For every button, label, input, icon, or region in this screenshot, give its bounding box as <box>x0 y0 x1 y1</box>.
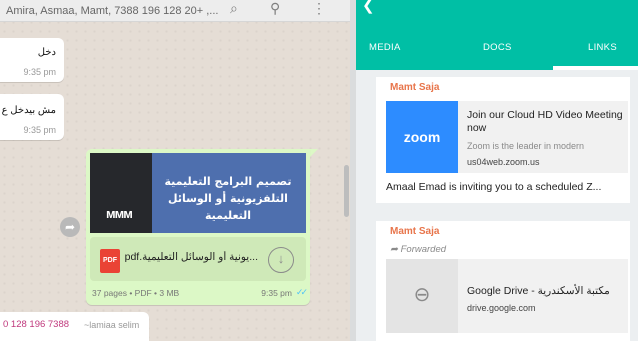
forwarded-text: Forwarded <box>400 244 447 255</box>
message-text: مش بيدخل ع <box>1 105 56 116</box>
forward-icon[interactable]: ➦ <box>60 217 80 237</box>
chat-header[interactable]: Amira, Asmaa, Mamt, 7388 196 128 20+ ,..… <box>0 0 350 22</box>
pdf-icon: PDF <box>100 249 120 273</box>
chat-message[interactable]: دخل 9:35 pm <box>0 38 64 82</box>
message-time: 9:35 pm <box>23 125 56 135</box>
link-title: Join our Cloud HD Video Meeting now <box>467 109 623 134</box>
link-preview[interactable]: zoom Join our Cloud HD Video Meeting now… <box>386 101 628 173</box>
panel-divider[interactable] <box>350 0 356 341</box>
tab-media[interactable]: MEDIA <box>369 42 401 53</box>
document-message[interactable]: ᴍᴍᴍ تصميم البرامج التعليمية التلفزيونية … <box>86 149 310 305</box>
document-file-name: ...يونية أو الوسائل التعليمية.pdf <box>124 251 258 263</box>
thumbnail-title: تصميم البرامج التعليمية التلفزيونية أو ا… <box>164 175 292 222</box>
download-button[interactable]: ↓ <box>268 247 294 273</box>
bubble-tail <box>310 149 318 157</box>
link-icon: ⊖ <box>386 259 458 333</box>
link-title: Google Drive - مكتبة الأسكندرية <box>467 285 610 297</box>
message-text: دخل <box>37 47 56 58</box>
back-arrow-icon[interactable]: ❮ <box>362 0 375 14</box>
link-card[interactable]: Mamt Saja ➦ Forwarded ⊖ Google Drive - م… <box>376 221 630 341</box>
tab-links[interactable]: LINKS <box>588 42 617 53</box>
message-time: 9:35 pm <box>261 288 292 298</box>
link-domain: us04web.zoom.us <box>467 157 540 167</box>
document-meta: 37 pages • PDF • 3 MB <box>92 288 180 298</box>
link-sender: Mamt Saja <box>390 226 440 237</box>
search-icon[interactable]: ⌕ <box>230 1 238 15</box>
chat-message[interactable]: 0 128 196 7388 ~lamiaa selim <box>0 312 149 341</box>
media-links-panel: ❮ MEDIA DOCS LINKS Mamt Saja zoom Join o… <box>350 0 638 341</box>
forwarded-icon: ➦ <box>390 244 401 255</box>
zoom-logo: zoom <box>386 101 458 173</box>
sender-name: ~lamiaa selim <box>84 320 140 330</box>
link-sender: Mamt Saja <box>390 82 440 93</box>
chat-scrollbar[interactable] <box>344 165 349 217</box>
link-preview[interactable]: ⊖ Google Drive - مكتبة الأسكندرية drive.… <box>386 259 628 333</box>
group-participants: Amira, Asmaa, Mamt, 7388 196 128 20+ ,..… <box>6 4 219 17</box>
chat-message[interactable]: مش بيدخل ع 9:35 pm <box>0 94 64 140</box>
link-card[interactable]: Mamt Saja zoom Join our Cloud HD Video M… <box>376 77 630 203</box>
paperclip-icon[interactable]: ⚲ <box>270 1 280 15</box>
link-domain: drive.google.com <box>467 303 536 313</box>
read-receipt-icon: ✓✓ <box>295 287 308 297</box>
document-file-row[interactable]: PDF ...يونية أو الوسائل التعليمية.pdf ↓ <box>90 237 306 281</box>
document-thumbnail[interactable]: ᴍᴍᴍ تصميم البرامج التعليمية التلفزيونية … <box>90 153 306 233</box>
link-caption: Amaal Emad is inviting you to a schedule… <box>386 181 602 193</box>
thumbnail-dark-block <box>90 153 152 233</box>
panel-header: ❮ MEDIA DOCS LINKS <box>350 0 638 70</box>
tab-docs[interactable]: DOCS <box>483 42 512 53</box>
message-time: 9:35 pm <box>23 67 56 77</box>
sender-phone[interactable]: 0 128 196 7388 <box>3 319 69 330</box>
chat-pane: Amira, Asmaa, Mamt, 7388 196 128 20+ ,..… <box>0 0 350 341</box>
link-description: Zoom is the leader in modern <box>467 141 585 151</box>
menu-icon[interactable]: ⋮ <box>312 1 326 15</box>
forwarded-label: ➦ Forwarded <box>390 244 446 255</box>
people-icon: ᴍᴍᴍ <box>106 206 133 221</box>
active-tab-indicator <box>553 66 638 70</box>
